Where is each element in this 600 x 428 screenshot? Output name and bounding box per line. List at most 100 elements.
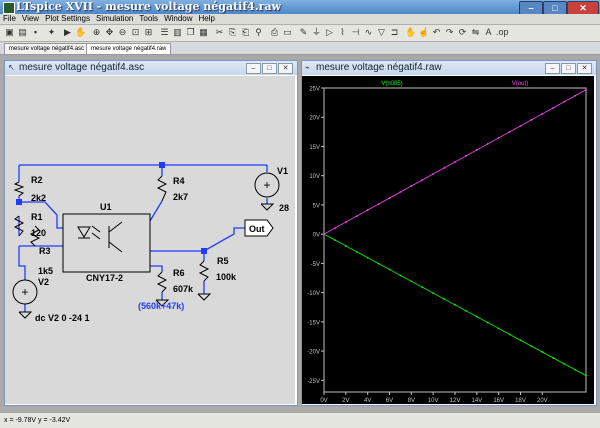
tile-horizontal-icon[interactable]: ☰ xyxy=(159,27,170,38)
schematic-close-button[interactable]: ✕ xyxy=(278,63,293,74)
tab-waveform[interactable]: mesure voltage négatif4.raw xyxy=(86,43,172,54)
series-point xyxy=(563,100,566,103)
cascade-icon[interactable]: ❐ xyxy=(185,27,196,38)
x-tick-label: 20V xyxy=(537,398,548,404)
wire-icon[interactable]: ✎ xyxy=(298,27,309,38)
control-panel-icon[interactable]: ✦ xyxy=(46,27,57,38)
y-tick-label: -5V xyxy=(311,262,320,268)
find-icon[interactable]: ⚲ xyxy=(253,27,264,38)
series-point xyxy=(519,339,522,342)
close-window-icon[interactable]: ▦ xyxy=(198,27,209,38)
pan-icon[interactable]: ✥ xyxy=(104,27,115,38)
schematic-window-title: mesure voltage négatif4.asc xyxy=(19,62,145,73)
series-point xyxy=(388,197,391,199)
series-point xyxy=(486,321,489,324)
run-icon[interactable]: ▶ xyxy=(62,27,73,38)
tab-schematic[interactable]: mesure voltage négatif4.asc xyxy=(4,43,90,54)
label-net-icon[interactable]: ▷ xyxy=(324,27,335,38)
junction-dot xyxy=(159,162,165,168)
zoom-fit-icon[interactable]: ⊡ xyxy=(130,27,141,38)
redo-icon[interactable]: ↷ xyxy=(444,27,455,38)
u1-name: U1 xyxy=(100,202,112,212)
menu-simulation[interactable]: Simulation xyxy=(93,14,136,24)
v1-value: 28 xyxy=(279,203,289,213)
schematic-minimize-button[interactable]: – xyxy=(246,63,261,74)
series-point xyxy=(519,124,522,127)
y-tick-label: 20V xyxy=(309,116,320,122)
menu-help[interactable]: Help xyxy=(196,14,218,24)
waveform-window-titlebar: ⌁ mesure voltage négatif4.raw – □ ✕ xyxy=(302,61,596,75)
close-button[interactable]: ✕ xyxy=(567,1,599,15)
menu-plot-settings[interactable]: Plot Settings xyxy=(42,14,93,24)
menu-window[interactable]: Window xyxy=(161,14,195,24)
rotate-icon[interactable]: ⟳ xyxy=(457,27,468,38)
diode-icon[interactable]: ▽ xyxy=(376,27,387,38)
move-icon[interactable]: ✋ xyxy=(405,27,416,38)
open-icon[interactable]: ▣ xyxy=(4,27,15,38)
waveform-plot[interactable]: 25V 20V 15V 10V 5V 0V -5V -10V -15V -20V -25V 0V 2V 4… xyxy=(302,76,594,404)
x-tick-label: 6V xyxy=(386,398,393,404)
menu-file[interactable]: File xyxy=(0,14,19,24)
y-tick-label: 10V xyxy=(309,174,320,180)
save-icon[interactable]: ▪ xyxy=(30,27,41,38)
halt-icon[interactable]: ✋ xyxy=(75,27,86,38)
mirror-icon[interactable]: ⇋ xyxy=(470,27,481,38)
waveform-minimize-button[interactable]: – xyxy=(545,63,560,74)
cursor-readout: x = -9.78V y = -3.42V xyxy=(4,417,71,424)
drag-icon[interactable]: ☝ xyxy=(418,27,429,38)
inductor-icon[interactable]: ∿ xyxy=(363,27,374,38)
waveform-restore-button[interactable]: □ xyxy=(561,63,576,74)
waveform-close-button[interactable]: ✕ xyxy=(577,63,592,74)
series-point xyxy=(541,112,544,115)
x-tick-label: 16V xyxy=(493,398,504,404)
menu-view[interactable]: View xyxy=(19,14,42,24)
x-tick-label: 18V xyxy=(515,398,526,404)
series-point xyxy=(377,203,380,205)
series-point xyxy=(432,292,435,295)
r3-wire-left xyxy=(18,246,26,280)
paste-icon[interactable]: ⎗ xyxy=(240,27,251,38)
copy-icon[interactable]: ⎘ xyxy=(227,27,238,38)
text-icon[interactable]: A xyxy=(483,27,494,38)
r4-name: R4 xyxy=(173,176,185,186)
minimize-button[interactable]: – xyxy=(519,1,543,15)
print-preview-icon[interactable]: ▭ xyxy=(282,27,293,38)
new-schematic-icon[interactable]: ▤ xyxy=(17,27,28,38)
series-point xyxy=(552,357,555,359)
tile-vertical-icon[interactable]: ▥ xyxy=(172,27,183,38)
r6-resistor[interactable] xyxy=(156,271,168,293)
ground-icon[interactable]: ⏚ xyxy=(311,27,322,38)
maximize-button[interactable]: □ xyxy=(543,1,567,15)
series-point xyxy=(443,298,445,300)
r4-resistor[interactable] xyxy=(156,175,168,202)
zoom-out-icon[interactable]: ⊖ xyxy=(117,27,128,38)
x-tick-label: 0V xyxy=(320,398,327,404)
undo-icon[interactable]: ↶ xyxy=(431,27,442,38)
series-point xyxy=(563,362,566,365)
print-icon[interactable]: ⎙ xyxy=(269,27,280,38)
schematic-canvas[interactable]: + + R2 2k2 R1 120 R3 1k5 V2 dc V2 0 -24 … xyxy=(5,76,295,404)
menu-tools[interactable]: Tools xyxy=(136,14,161,24)
r5-resistor[interactable] xyxy=(198,260,210,282)
schematic-restore-button[interactable]: □ xyxy=(262,63,277,74)
waveform-window-title: mesure voltage négatif4.raw xyxy=(316,62,442,73)
resistor-icon[interactable]: ⌇ xyxy=(337,27,348,38)
series-point xyxy=(366,256,369,259)
series-point xyxy=(497,327,500,330)
y-tick-label: 15V xyxy=(309,145,320,151)
app-titlebar: LTspice XVII - mesure voltage négatif4.r… xyxy=(0,0,600,15)
series-point xyxy=(454,161,456,163)
r2-resistor[interactable] xyxy=(13,181,25,197)
capacitor-icon[interactable]: ⊣ xyxy=(350,27,361,38)
series-point xyxy=(454,303,456,306)
svg-text:+: + xyxy=(263,178,270,192)
u1-optocoupler[interactable] xyxy=(62,213,151,273)
zoom-in-icon[interactable]: ⊕ xyxy=(91,27,102,38)
series-point xyxy=(443,167,445,169)
cut-icon[interactable]: ✂ xyxy=(214,27,225,38)
component-icon[interactable]: ⊐ xyxy=(389,27,400,38)
junction-dot xyxy=(201,248,207,254)
spice-directive-icon[interactable]: .op xyxy=(496,27,509,38)
autorange-icon[interactable]: ⊞ xyxy=(143,27,154,38)
v2-value: dc V2 0 -24 1 xyxy=(35,313,90,323)
